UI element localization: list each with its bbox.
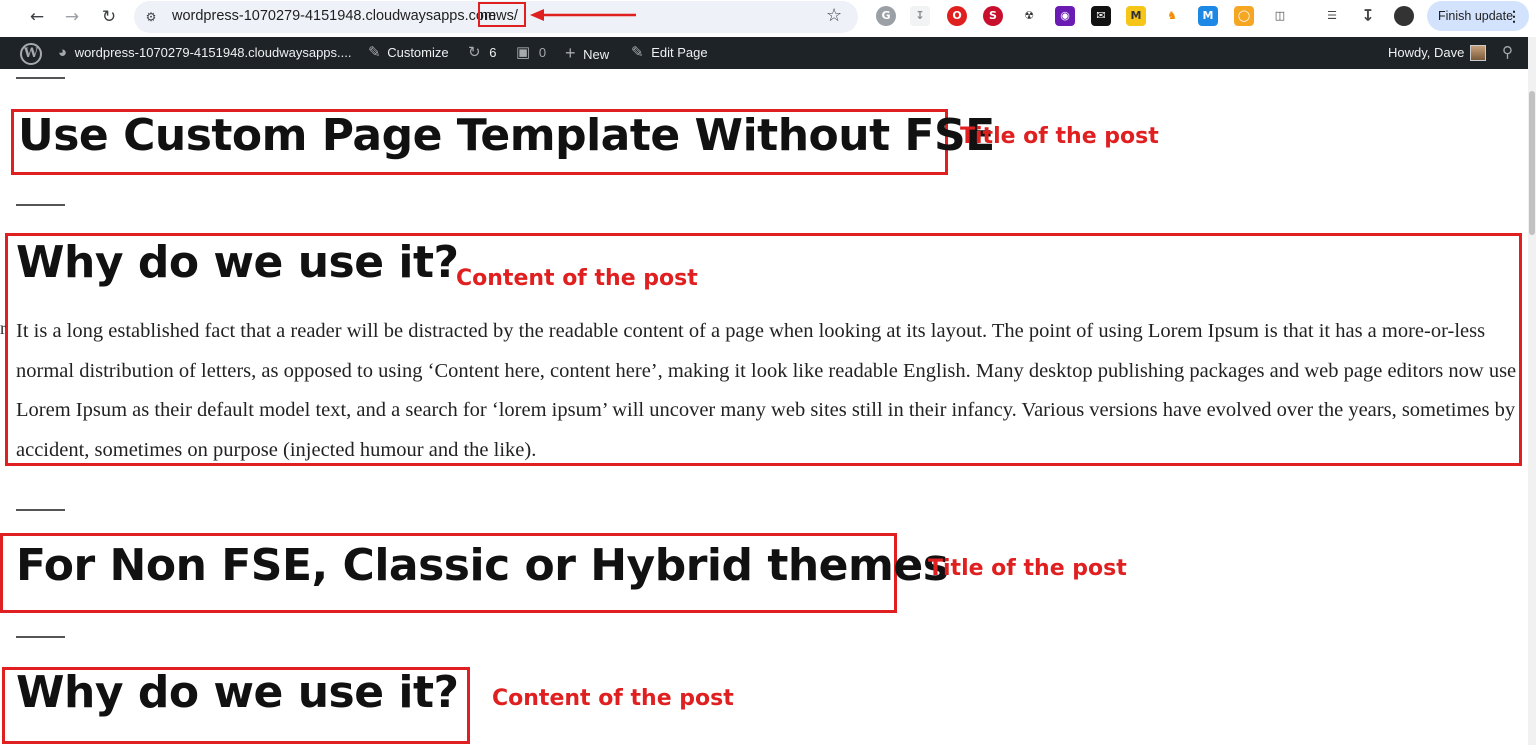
finish-update-label: Finish update — [1438, 9, 1514, 23]
forward-arrow-icon[interactable]: → — [59, 4, 85, 30]
url-host: wordpress-1070279-4151948.cloudwaysapps.… — [172, 8, 497, 24]
profile-avatar-icon[interactable] — [1394, 6, 1414, 26]
m-extension-icon[interactable]: M — [1126, 6, 1146, 26]
post-paragraph: It is a long established fact that a rea… — [16, 320, 1517, 461]
finish-update-button[interactable]: Finish update ⋮ — [1427, 1, 1529, 31]
scroll-thumb[interactable] — [1529, 91, 1535, 235]
download-helper-icon[interactable]: ↧ — [910, 6, 930, 26]
grammarly-icon[interactable]: G — [876, 6, 896, 26]
browser-toolbar: ← → ↻ ⚙ wordpress-1070279-4151948.cloudw… — [0, 0, 1536, 37]
separator — [16, 204, 65, 206]
wordpress-logo-icon[interactable]: W — [20, 43, 42, 65]
content-annotation: Content of the post — [456, 266, 698, 291]
title-annotation: Title of the post — [928, 556, 1127, 581]
content-heading: Why do we use it? — [16, 237, 459, 288]
red-arrow-annotation — [530, 9, 636, 21]
pencil-icon: ✎ — [631, 44, 644, 61]
dashboard-icon: ◕ — [58, 44, 68, 61]
content-heading: Why do we use it? — [16, 667, 459, 718]
updates-icon: ↻ — [468, 44, 481, 61]
updates-count: 6 — [489, 45, 497, 60]
media-queue-icon[interactable]: ☰ — [1322, 6, 1342, 26]
title-annotation: Title of the post — [960, 124, 1159, 149]
separator — [16, 77, 65, 79]
page-scrollbar[interactable] — [1528, 37, 1536, 745]
site-name-link[interactable]: ◕ wordpress-1070279-4151948.cloudwaysapp… — [58, 37, 351, 69]
customize-label: Customize — [387, 45, 449, 60]
orange-extension-icon[interactable]: ◯ — [1234, 6, 1254, 26]
comments-link[interactable]: ▣ 0 — [516, 37, 546, 69]
url-path-highlight-box — [478, 2, 526, 27]
mailbox-icon[interactable]: ✉ — [1091, 6, 1111, 26]
radiation-icon[interactable]: ☢ — [1019, 6, 1039, 26]
comments-count: 0 — [538, 45, 547, 60]
opera-icon[interactable]: O — [947, 6, 967, 26]
post-title[interactable]: Use Custom Page Template Without FSE — [18, 110, 995, 161]
edit-page-label: Edit Page — [651, 45, 708, 60]
customize-link[interactable]: ✎ Customize — [368, 37, 449, 69]
howdy-label: Howdy, Dave — [1388, 45, 1465, 60]
new-label: New — [583, 47, 610, 62]
wp-admin-bar: W ◕ wordpress-1070279-4151948.cloudwaysa… — [0, 37, 1528, 69]
user-avatar[interactable] — [1470, 45, 1486, 61]
site-name-label: wordpress-1070279-4151948.cloudwaysapps.… — [74, 45, 352, 60]
plus-icon: + — [565, 43, 576, 63]
post-title[interactable]: For Non FSE, Classic or Hybrid themes — [16, 540, 949, 591]
edit-page-link[interactable]: ✎ Edit Page — [631, 37, 708, 69]
downloads-icon[interactable]: ↧ — [1358, 6, 1378, 26]
maily-icon[interactable]: M — [1198, 6, 1218, 26]
reload-icon[interactable]: ↻ — [96, 4, 122, 30]
new-content-link[interactable]: + New — [565, 37, 609, 69]
separator — [16, 509, 65, 511]
site-info-icon[interactable]: ⚙ — [142, 8, 160, 26]
comment-icon: ▣ — [516, 44, 531, 61]
back-arrow-icon[interactable]: ← — [24, 4, 50, 30]
updates-link[interactable]: ↻ 6 — [468, 37, 496, 69]
left-edge-artifact: r — [0, 318, 6, 338]
separator — [16, 636, 65, 638]
content-annotation: Content of the post — [492, 686, 734, 711]
chess-icon[interactable]: ♞ — [1162, 6, 1182, 26]
search-icon[interactable]: ⚲ — [1502, 37, 1513, 69]
puzzle-icon[interactable]: ◫ — [1270, 6, 1290, 26]
purple-extension-icon[interactable]: ◉ — [1055, 6, 1075, 26]
brush-icon: ✎ — [368, 44, 381, 61]
account-menu[interactable]: Howdy, Dave — [1388, 37, 1464, 69]
bookmark-star-icon[interactable]: ☆ — [826, 5, 842, 26]
semrush-icon[interactable]: S — [983, 6, 1003, 26]
menu-dots-icon[interactable]: ⋮ — [1507, 1, 1521, 31]
